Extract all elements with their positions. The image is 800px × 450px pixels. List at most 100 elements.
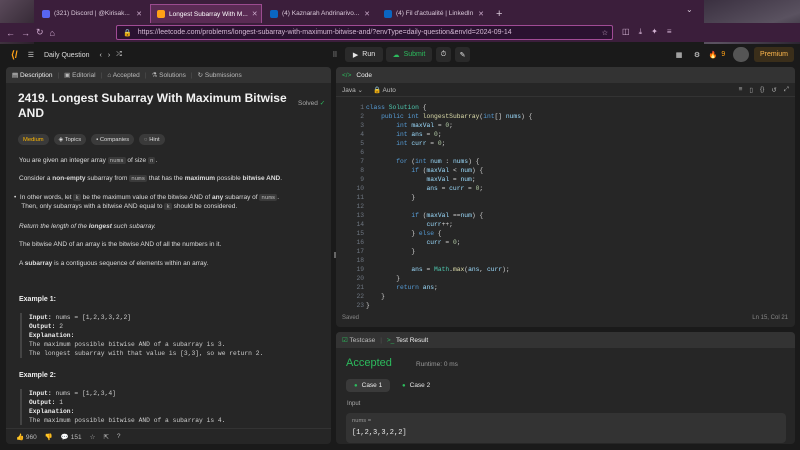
code-line[interactable]: for (int num : nums) {	[366, 157, 479, 166]
code-line[interactable]: ans = Math.max(ans, curr);	[366, 265, 509, 274]
streak-counter[interactable]: 🔥 9	[706, 47, 728, 62]
tab-testcase[interactable]: ☑ Testcase	[342, 336, 375, 344]
premium-button[interactable]: Premium	[754, 47, 794, 62]
favorite-icon[interactable]: ☆	[90, 433, 96, 441]
code-line[interactable]: }	[366, 193, 415, 202]
dislike-icon[interactable]: 👎	[45, 433, 53, 441]
panel-splitter[interactable]	[334, 252, 336, 258]
next-problem-icon[interactable]: ›	[108, 52, 110, 59]
close-icon[interactable]: ✕	[136, 10, 142, 18]
example-1-block: Input: nums = [1,2,3,3,2,2] Output: 2 Ex…	[20, 313, 320, 358]
format-icon[interactable]: ≡	[739, 86, 743, 94]
line-number: 16	[356, 239, 364, 246]
runtime-label: Runtime: 0 ms	[416, 361, 458, 368]
code-line[interactable]: }	[366, 247, 415, 256]
code-line[interactable]: public int longestSubarray(int[] nums) {	[366, 112, 532, 121]
language-select[interactable]: Java ⌄	[342, 86, 363, 94]
code-line[interactable]: curr++;	[366, 220, 452, 229]
reset-icon[interactable]: ↺	[771, 86, 776, 94]
notes-icon[interactable]: ✎	[455, 47, 470, 62]
like-button[interactable]: 👍 960	[16, 433, 37, 441]
line-number: 20	[356, 275, 364, 282]
code-line[interactable]: int maxVal = 0;	[366, 121, 453, 130]
new-tab-button[interactable]: +	[496, 8, 502, 20]
difficulty-chip[interactable]: Medium	[18, 134, 49, 145]
code-line[interactable]: maxVal = num;	[366, 175, 475, 184]
code-line[interactable]: ans = curr = 0;	[366, 184, 483, 193]
code-line[interactable]: } else {	[366, 229, 441, 238]
code-line[interactable]: }	[366, 292, 385, 301]
line-number: 14	[356, 221, 364, 228]
topics-chip[interactable]: ◈ Topics	[53, 134, 87, 145]
tab-list-icon[interactable]: ⌄	[686, 5, 693, 14]
tab-description[interactable]: ▤ Description	[12, 71, 52, 79]
close-icon[interactable]: ✕	[478, 10, 484, 18]
leetcode-logo-icon[interactable]: ⟨/	[11, 50, 18, 61]
code-line[interactable]: if (maxVal ==num) {	[366, 211, 483, 220]
tab-editorial[interactable]: ▣ Editorial	[64, 71, 95, 79]
line-number: 21	[356, 284, 364, 291]
code-line[interactable]: }	[366, 274, 400, 283]
tab-accepted[interactable]: ⌂ Accepted	[107, 72, 139, 79]
auto-mode-toggle[interactable]: 🔒 Auto	[373, 86, 396, 94]
code-line[interactable]: int ans = 0;	[366, 130, 441, 139]
companies-chip[interactable]: ▪ Companies	[91, 134, 135, 145]
prev-problem-icon[interactable]: ‹	[100, 52, 102, 59]
input-box: nums = [1,2,3,3,2,2]	[346, 413, 786, 443]
code-line[interactable]: class Solution {	[366, 103, 426, 112]
case-2-tab[interactable]: ● Case 2	[394, 379, 438, 392]
braces-icon[interactable]: {}	[760, 86, 764, 94]
browser-tab-linkedin-2[interactable]: (4) Fil d'actualité | LinkedIn ✕	[378, 4, 490, 23]
code-line[interactable]: curr = 0;	[366, 238, 460, 247]
help-icon[interactable]: ?	[117, 433, 121, 440]
line-number: 18	[356, 257, 364, 264]
daily-question-link[interactable]: Daily Question	[44, 52, 90, 59]
line-number: 9	[360, 176, 364, 183]
download-icon[interactable]: ⤓	[639, 27, 643, 37]
forward-icon[interactable]: →	[21, 28, 30, 38]
close-icon[interactable]: ✕	[252, 10, 258, 18]
submit-button[interactable]: ☁ Submit	[386, 47, 432, 62]
home-icon[interactable]: ⌂	[50, 28, 55, 38]
line-number: 5	[360, 140, 364, 147]
browser-tab-leetcode[interactable]: Longest Subarray With M... ✕	[150, 4, 262, 23]
run-button[interactable]: ▶ Run	[345, 47, 383, 62]
back-icon[interactable]: ←	[6, 28, 15, 38]
reload-icon[interactable]: ↻	[36, 27, 44, 38]
example-2-block: Input: nums = [1,2,3,4] Output: 1 Explan…	[20, 389, 320, 425]
code-line[interactable]: if (maxVal < num) {	[366, 166, 483, 175]
extension-icon[interactable]: ✦	[651, 27, 658, 37]
problem-list-icon[interactable]: ☰	[28, 51, 34, 59]
case-1-tab[interactable]: ● Case 1	[346, 379, 391, 392]
code-line[interactable]: return ans;	[366, 283, 438, 292]
layout-icon[interactable]: ▦	[672, 47, 686, 62]
share-icon[interactable]: ⇱	[103, 433, 108, 441]
address-field[interactable]: 🔒 https://leetcode.com/problems/longest-…	[116, 25, 613, 40]
close-icon[interactable]: ✕	[364, 10, 370, 18]
fullscreen-icon[interactable]: ⤢	[784, 86, 789, 94]
avatar[interactable]	[733, 47, 749, 62]
tab-test-result[interactable]: >_ Test Result	[387, 337, 428, 344]
menu-icon[interactable]: ≡	[667, 27, 672, 37]
drag-handle-icon[interactable]: ⠿	[330, 47, 340, 62]
bookmark-icon[interactable]: ☆	[602, 29, 608, 37]
timer-icon[interactable]: ⏱	[436, 47, 451, 62]
fire-icon: 🔥	[708, 51, 718, 59]
problem-tags: Medium ◈ Topics ▪ Companies ◌ Hint	[18, 134, 165, 145]
code-toolbar: Java ⌄ 🔒 Auto ≡ ▯ {} ↺ ⤢	[336, 83, 795, 97]
code-editor[interactable]: 1 class Solution {2 public int longestSub…	[336, 99, 795, 309]
comments-button[interactable]: 💬 151	[61, 433, 82, 441]
browser-tab-discord[interactable]: (321) Discord | @Kirisak... ✕	[36, 4, 148, 23]
code-line[interactable]: }	[366, 301, 370, 310]
tab-solutions[interactable]: ⚗ Solutions	[152, 71, 186, 79]
cloud-upload-icon: ☁	[392, 51, 400, 59]
bookmark-icon[interactable]: ▯	[749, 86, 753, 94]
line-number: 4	[360, 131, 364, 138]
shuffle-icon[interactable]: ⤮	[116, 51, 122, 59]
settings-icon[interactable]: ⚙	[690, 47, 704, 62]
code-line[interactable]: int curr = 0;	[366, 139, 445, 148]
browser-tab-linkedin-1[interactable]: (4) Kaznarah Andrinarivo... ✕	[264, 4, 376, 23]
pocket-icon[interactable]: ◫	[622, 27, 630, 37]
hint-chip[interactable]: ◌ Hint	[139, 134, 165, 145]
tab-submissions[interactable]: ↻ Submissions	[198, 71, 242, 79]
